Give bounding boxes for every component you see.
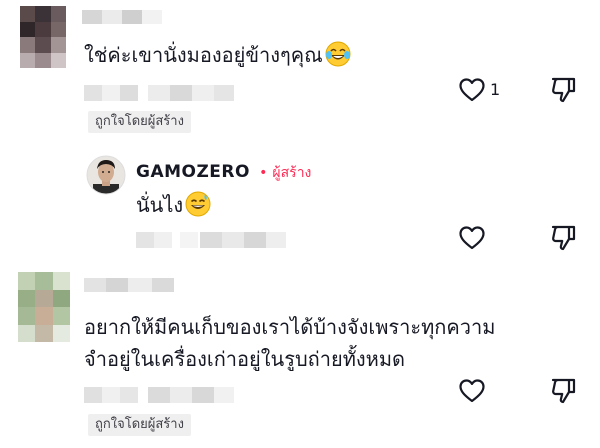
timestamp-redacted <box>84 85 234 101</box>
comment-body: นั่นไง <box>136 193 184 217</box>
heart-icon <box>459 226 485 250</box>
avatar[interactable] <box>18 272 70 342</box>
timestamp-redacted <box>136 232 286 248</box>
like-button[interactable] <box>458 225 486 251</box>
thumbs-down-icon <box>551 378 576 404</box>
dislike-button[interactable] <box>550 76 576 104</box>
liked-by-creator-badge: ถูกใจโดยผู้สร้าง <box>88 414 191 436</box>
heart-icon <box>459 379 485 403</box>
face-with-tears-of-joy-icon <box>325 41 351 67</box>
comment-body: ใช่ค่ะเขานั่งมองอยู่ข้างๆคุณ <box>84 43 323 67</box>
thumbs-down-icon <box>551 225 576 251</box>
grinning-face-with-sweat-icon <box>185 191 211 217</box>
heart-icon <box>459 78 485 102</box>
timestamp-redacted <box>84 387 234 403</box>
thumbs-down-icon <box>551 77 576 103</box>
creator-badge: ผู้สร้าง <box>272 165 312 181</box>
dislike-button[interactable] <box>550 224 576 252</box>
dislike-button[interactable] <box>550 377 576 405</box>
comment-text: ใช่ค่ะเขานั่งมองอยู่ข้างๆคุณ <box>84 38 351 72</box>
comment-text: นั่นไง <box>136 188 211 222</box>
username[interactable]: GAMOZERO <box>136 162 250 182</box>
comment-text-line-1: อยากให้มีคนเก็บของเราได้บ้างจังเพราะทุกค… <box>84 315 496 339</box>
username-redacted <box>84 278 174 292</box>
avatar[interactable] <box>20 6 66 68</box>
creator-dot: • <box>259 165 268 181</box>
avatar[interactable] <box>86 155 126 195</box>
like-button[interactable] <box>458 77 486 103</box>
liked-by-creator-badge: ถูกใจโดยผู้สร้าง <box>88 111 191 133</box>
like-count: 1 <box>490 80 501 99</box>
reply-header: GAMOZERO • ผู้สร้าง <box>136 162 311 184</box>
comment-text-line-2: จำอยู่ในเครื่องเก่าอยู่ในรูบถ่ายทั้งหมด <box>84 347 405 371</box>
like-button[interactable] <box>458 378 486 404</box>
username-redacted <box>82 10 162 24</box>
